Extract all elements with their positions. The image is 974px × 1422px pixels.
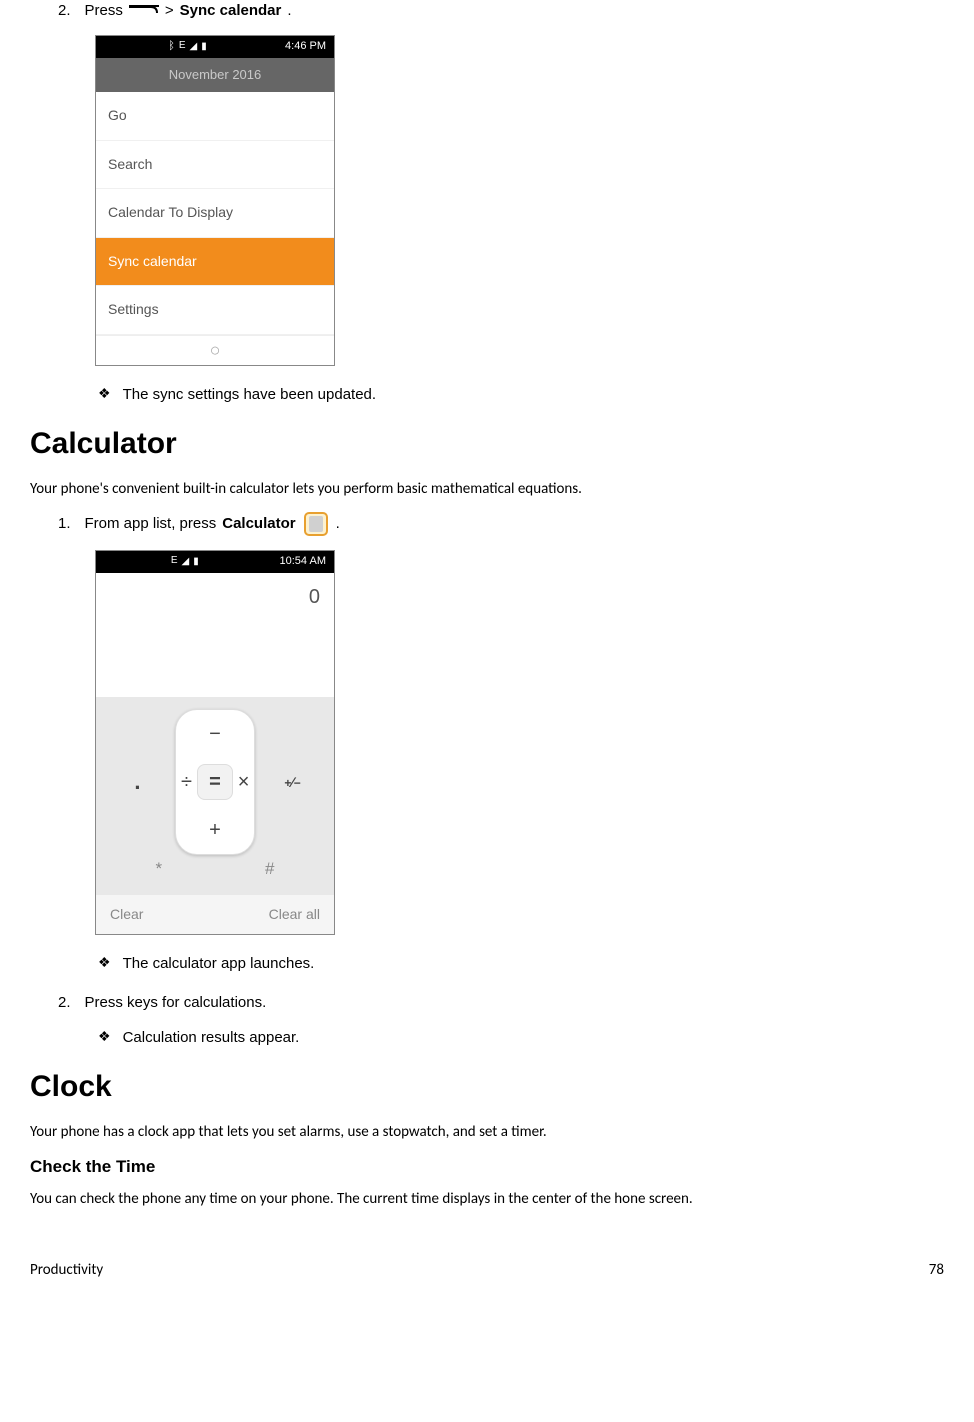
clear-softkey[interactable]: Clear xyxy=(110,905,143,925)
battery-icon xyxy=(193,554,199,569)
menu-item-calendar-to-display[interactable]: Calendar To Display xyxy=(96,189,334,238)
result-calc-launches: ❖ The calculator app launches. xyxy=(30,953,944,974)
menu-item-settings[interactable]: Settings xyxy=(96,286,334,335)
calc-dpad: − ÷ = × + xyxy=(175,709,255,855)
step-1-calculator: 1. From app list, press Calculator . xyxy=(30,512,944,536)
signal-icon xyxy=(181,554,189,569)
phone-frame: E 4:46 PM November 2016 Go Search Calend… xyxy=(95,35,335,366)
calendar-menu-screenshot: E 4:46 PM November 2016 Go Search Calend… xyxy=(95,35,944,366)
calculator-heading: Calculator xyxy=(30,423,944,465)
calculator-label: Calculator xyxy=(222,513,295,534)
calculator-intro: Your phone's convenient built-in calcula… xyxy=(30,479,944,500)
menu-item-sync-calendar[interactable]: Sync calendar xyxy=(96,238,334,287)
step-number: 2. xyxy=(58,0,71,21)
bullet-text: The sync settings have been updated. xyxy=(123,384,377,405)
check-time-text: You can check the phone any time on your… xyxy=(30,1189,944,1210)
menu-item-go[interactable]: Go xyxy=(96,92,334,141)
step-prefix: From app list, press xyxy=(85,513,217,534)
divide-key[interactable]: ÷ xyxy=(181,768,192,796)
calc-empty-area xyxy=(96,627,334,697)
result-sync-updated: ❖ The sync settings have been updated. xyxy=(30,384,944,405)
calc-display: 0 xyxy=(96,573,334,627)
step-number: 1. xyxy=(58,513,71,534)
clock-heading: Clock xyxy=(30,1066,944,1108)
footer-section: Productivity xyxy=(30,1260,103,1281)
calculator-app-icon xyxy=(304,512,328,536)
gt-symbol: > xyxy=(165,0,174,21)
phone-frame: E 10:54 AM 0 − ÷ = × + . +∕− xyxy=(95,550,335,935)
sign-key[interactable]: +∕− xyxy=(284,770,300,794)
step-number: 2. xyxy=(58,992,71,1013)
star-key[interactable]: * xyxy=(155,857,162,881)
clock-intro: Your phone has a clock app that lets you… xyxy=(30,1122,944,1143)
options-key-icon xyxy=(129,5,159,17)
period: . xyxy=(287,0,291,21)
bullet-icon: ❖ xyxy=(98,1027,111,1047)
network-e: E xyxy=(179,39,186,54)
plus-key[interactable]: + xyxy=(209,816,221,844)
nav-bar: ○ xyxy=(96,335,334,365)
multiply-key[interactable]: × xyxy=(238,768,250,796)
minus-key[interactable]: − xyxy=(209,720,221,748)
equals-key[interactable]: = xyxy=(197,764,233,800)
page-number: 78 xyxy=(929,1260,944,1281)
sync-calendar-label: Sync calendar xyxy=(180,0,282,21)
menu-item-search[interactable]: Search xyxy=(96,141,334,190)
network-e: E xyxy=(171,554,178,569)
step-2-press-sync: 2. Press > Sync calendar. xyxy=(30,0,944,21)
check-time-heading: Check the Time xyxy=(30,1155,944,1179)
signal-icon xyxy=(190,39,198,54)
calculator-screenshot: E 10:54 AM 0 − ÷ = × + . +∕− xyxy=(95,550,944,935)
clock-time: 10:54 AM xyxy=(280,554,326,569)
calendar-month-header: November 2016 xyxy=(96,58,334,92)
dot-key[interactable]: . xyxy=(134,767,140,798)
result-calc-results: ❖ Calculation results appear. xyxy=(30,1027,944,1048)
status-bar: E 10:54 AM xyxy=(96,551,334,573)
battery-icon xyxy=(201,39,207,54)
calc-softkeys: Clear Clear all xyxy=(96,895,334,935)
calc-keypad: − ÷ = × + . +∕− * # xyxy=(96,697,334,895)
step-text: Press keys for calculations. xyxy=(85,992,267,1013)
period: . xyxy=(336,513,340,534)
bullet-text: The calculator app launches. xyxy=(123,953,315,974)
clock-time: 4:46 PM xyxy=(285,39,326,54)
circle-icon[interactable]: ○ xyxy=(210,338,221,363)
hash-key[interactable]: # xyxy=(265,857,274,881)
step-2-press-keys: 2. Press keys for calculations. xyxy=(30,992,944,1013)
status-bar: E 4:46 PM xyxy=(96,36,334,58)
bullet-icon: ❖ xyxy=(98,384,111,404)
bullet-text: Calculation results appear. xyxy=(123,1027,300,1048)
clearall-softkey[interactable]: Clear all xyxy=(269,905,320,925)
page-footer: Productivity 78 xyxy=(30,1260,944,1281)
step-prefix: Press xyxy=(85,0,123,21)
bullet-icon: ❖ xyxy=(98,953,111,973)
menu-list: Go Search Calendar To Display Sync calen… xyxy=(96,92,334,335)
bluetooth-icon xyxy=(168,39,175,54)
